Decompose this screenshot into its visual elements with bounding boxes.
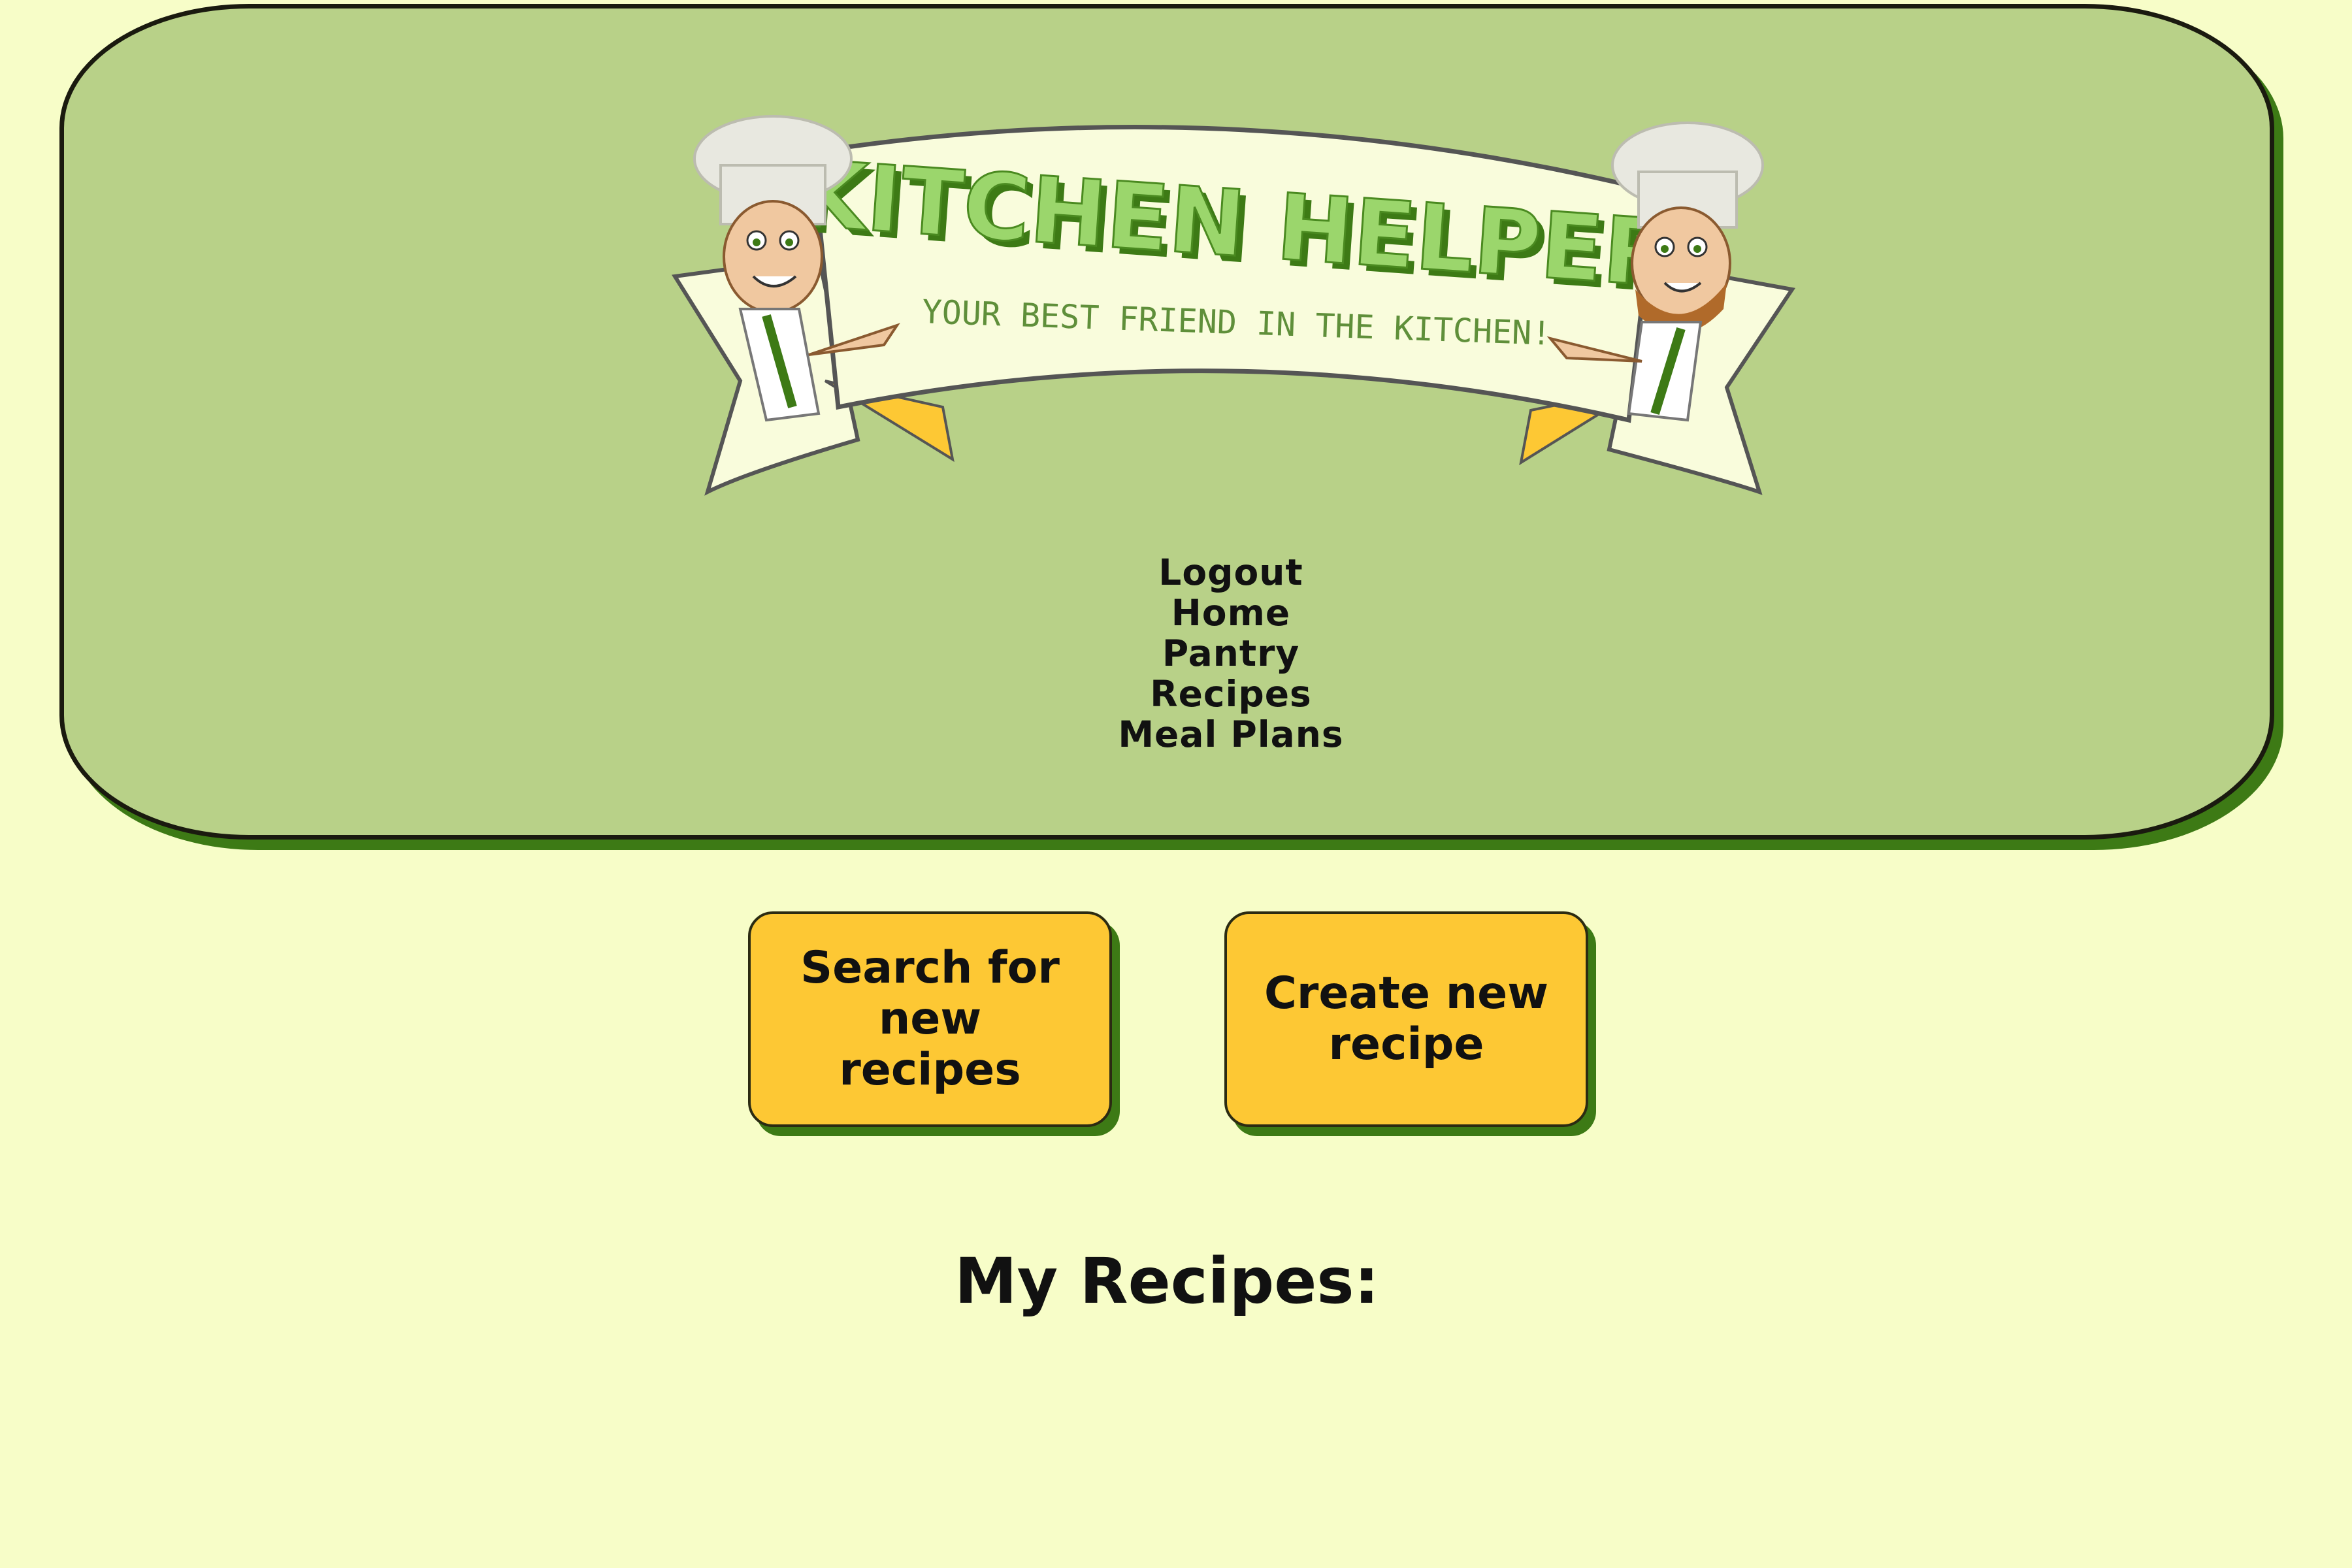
header-panel: KITCHEN HELPER KITCHEN HELPER YOUR BEST … xyxy=(59,4,2274,840)
my-recipes-heading: My Recipes: xyxy=(955,1245,1379,1318)
nav-home[interactable]: Home xyxy=(1171,593,1290,633)
search-recipes-button[interactable]: Search for new recipes xyxy=(748,911,1112,1127)
search-recipes-button-label: Search for new recipes xyxy=(800,942,1060,1096)
site-logo[interactable]: KITCHEN HELPER KITCHEN HELPER YOUR BEST … xyxy=(662,93,1805,564)
nav-pantry[interactable]: Pantry xyxy=(1162,633,1299,674)
create-recipe-button[interactable]: Create new recipe xyxy=(1224,911,1588,1127)
nav-recipes[interactable]: Recipes xyxy=(1150,674,1312,714)
logo-graphic: KITCHEN HELPER KITCHEN HELPER YOUR BEST … xyxy=(671,115,1796,496)
main-nav: Logout Home Pantry Recipes Meal Plans xyxy=(64,552,2352,755)
nav-meal-plans[interactable]: Meal Plans xyxy=(1118,714,1343,755)
page: KITCHEN HELPER KITCHEN HELPER YOUR BEST … xyxy=(0,0,2352,1568)
nav-logout[interactable]: Logout xyxy=(1158,552,1303,593)
create-recipe-button-label: Create new recipe xyxy=(1264,968,1549,1070)
